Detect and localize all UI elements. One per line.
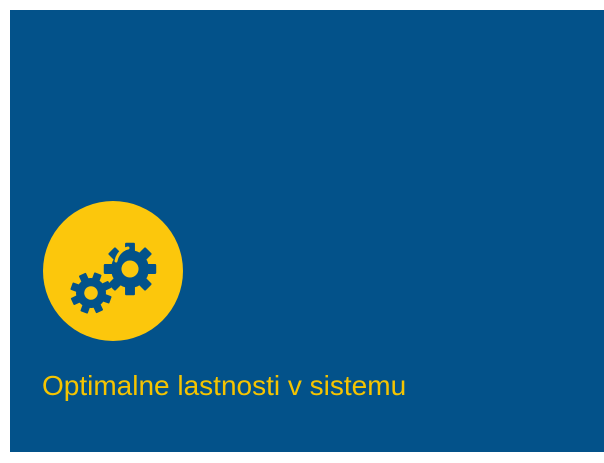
feature-badge (43, 201, 183, 341)
feature-title: Optimalne lastnosti v sistemu (42, 370, 407, 401)
gears-icon (64, 242, 157, 320)
feature-card: Optimalne lastnosti v sistemu (10, 10, 604, 452)
